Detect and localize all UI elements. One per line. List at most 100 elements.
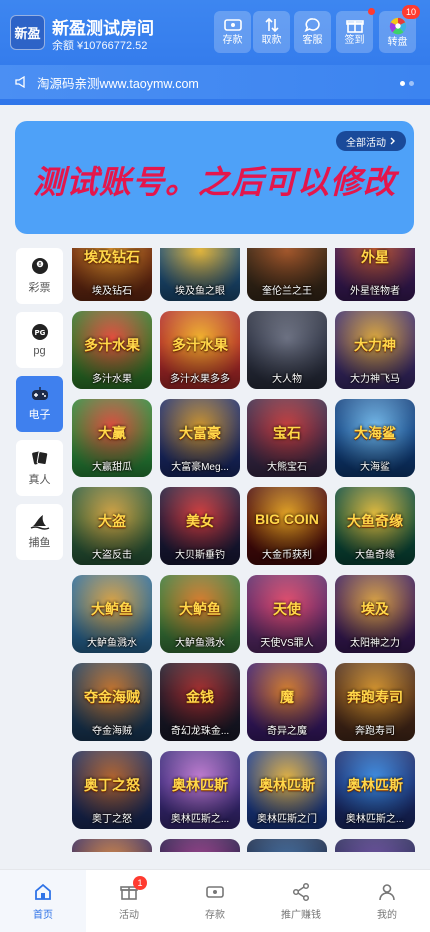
pg-logo-icon: PG [31,324,48,340]
game-tile[interactable]: 大鲈鱼 大鲈鱼溅水 [72,575,152,653]
game-tile[interactable]: 多汁水果 多汁水果 [72,311,152,389]
game-tile[interactable]: BIG COIN 大金币获利 [247,487,327,565]
game-name: 大金币获利 [262,550,312,561]
game-logo-text: BIG COIN [255,511,319,527]
banner-text: 测试账号。之后可以修改 [32,164,396,200]
game-tile[interactable]: 埃及鱼之眼 [160,248,240,301]
game-logo-text: 魔 [280,689,294,705]
game-name: 大鲈鱼溅水 [175,638,225,649]
checkin-button[interactable]: 签到 [336,8,375,53]
game-tile[interactable]: 大人物 [247,311,327,389]
withdraw-label: 取款 [261,35,282,46]
game-logo-text: 奥林匹斯 [172,777,228,793]
game-tile[interactable]: 美女 大贝斯垂钓 [160,487,240,565]
site-logo[interactable]: 新盈 [10,15,45,50]
game-tile[interactable]: 大力神 大力神飞马 [335,311,415,389]
game-name: 大熊宝石 [267,462,307,473]
game-tile[interactable] [335,839,415,852]
category-label: 电子 [28,409,51,421]
game-logo-text: 美女 [186,513,214,529]
wheel-badge: 10 [402,5,420,19]
game-grid: 埃及钻石 埃及钻石 埃及鱼之眼 奎伦兰之王 外星 外星怪物者 多汁水果 多汁水果 多汁水果 多汁水… [68,248,418,852]
withdraw-button[interactable]: 取款 [253,11,290,53]
lottery-ball-icon: 8 [31,258,48,274]
promo-banner[interactable]: 全部活动 测试账号。之后可以修改 [15,121,414,234]
carousel-dots [400,81,414,86]
svg-text:8: 8 [38,262,41,268]
game-tile[interactable]: 魔奇异之魔 [247,663,327,741]
deposit-icon [206,886,224,898]
game-name: 奎伦兰之王 [262,286,312,297]
nav-label: 我的 [377,910,397,921]
deposit-icon [223,19,242,31]
game-logo-text: 埃及钻石 [84,249,140,265]
game-tile[interactable]: 奔跑寿司 奔跑寿司 [335,663,415,741]
category-electronic[interactable]: 电子 [16,376,63,432]
game-logo-text: 多汁水果 [84,337,140,353]
checkin-label: 签到 [344,35,365,46]
game-tile[interactable]: 夺金海贼 夺金海贼 [72,663,152,741]
game-tile[interactable] [72,839,152,852]
bottom-nav: 首页 1 活动 存款 推广赚钱 我的 [0,869,430,932]
game-tile[interactable]: 天使 天使VS罪人 [247,575,327,653]
category-pg[interactable]: PG pg [16,312,63,368]
announcement-bar[interactable]: 淘源码亲测www.taoymw.com [0,65,430,99]
withdraw-icon [264,17,279,33]
game-tile[interactable]: 大鲈鱼 大鲈鱼溅水 [160,575,240,653]
wheel-button[interactable]: 10 转盘 [379,5,420,53]
category-fishing[interactable]: 捕鱼 [16,504,63,560]
game-name: 大鱼奇缘 [355,550,395,561]
game-tile[interactable]: 大鱼奇缘 大鱼奇缘 [335,487,415,565]
all-activities-button[interactable]: 全部活动 [336,131,406,151]
chat-icon [303,18,320,33]
customer-service-button[interactable]: 客服 [294,11,331,53]
game-tile[interactable]: 奥林匹斯 奥林匹斯之... [160,751,240,829]
game-tile[interactable]: 宝石 大熊宝石 [247,399,327,477]
game-tile[interactable] [247,839,327,852]
deposit-button[interactable]: 存款 [214,11,251,53]
game-tile[interactable] [160,839,240,852]
nav-deposit[interactable]: 存款 [172,870,258,932]
game-tile[interactable]: 外星 外星怪物者 [335,248,415,301]
game-tile[interactable]: 大盗 大盗反击 [72,487,152,565]
game-tile[interactable]: 埃及 太阳神之力 [335,575,415,653]
category-label: 捕鱼 [28,537,51,549]
game-logo-text: 大鱼奇缘 [347,513,403,529]
game-name: 奇异之魔 [267,726,307,737]
game-name: 大鲈鱼溅水 [87,638,137,649]
game-tile[interactable]: 奥林匹斯奥林匹斯之门 [247,751,327,829]
game-name: 奥林匹斯之门 [257,814,317,825]
announcement-text: 淘源码亲测www.taoymw.com [37,76,199,91]
game-logo-text: 奥林匹斯 [259,777,315,793]
game-logo-text: 外星 [361,249,389,265]
game-tile[interactable]: 奥林匹斯 奥林匹斯之... [335,751,415,829]
game-artwork [72,839,152,852]
game-tile[interactable]: 奎伦兰之王 [247,248,327,301]
wheel-label: 转盘 [387,37,408,48]
game-tile[interactable]: 奥丁之怒 奥丁之怒 [72,751,152,829]
nav-home[interactable]: 首页 [0,870,86,932]
category-label: 彩票 [28,282,51,294]
category-lottery[interactable]: 8 彩票 [16,248,63,304]
game-artwork [335,839,415,852]
speaker-icon [15,76,25,88]
cards-icon [31,451,48,466]
header: 新盈 新盈测试房间 余额 ¥10766772.52 存款 取款 客服 签到 10… [0,0,430,105]
nav-mine[interactable]: 我的 [344,870,430,932]
home-icon [35,883,51,900]
game-name: 奇幻龙珠金... [170,726,230,737]
game-logo-text: 奔跑寿司 [347,689,403,705]
nav-activities[interactable]: 1 活动 [86,870,172,932]
game-tile[interactable]: 大赢 大赢甜瓜 [72,399,152,477]
game-tile[interactable]: 多汁水果 多汁水果多多 [160,311,240,389]
game-tile[interactable]: 大富豪 大富豪Meg... [160,399,240,477]
game-tile[interactable]: 大海鲨 大海鲨 [335,399,415,477]
game-tile[interactable]: 金钱 奇幻龙珠金... [160,663,240,741]
game-logo-text: 大海鲨 [354,425,396,441]
category-label: pg [33,345,46,357]
share-icon [292,882,310,902]
game-tile[interactable]: 埃及钻石 埃及钻石 [72,248,152,301]
nav-badge: 1 [133,876,147,890]
category-live[interactable]: 真人 [16,440,63,496]
nav-promote[interactable]: 推广赚钱 [258,870,344,932]
